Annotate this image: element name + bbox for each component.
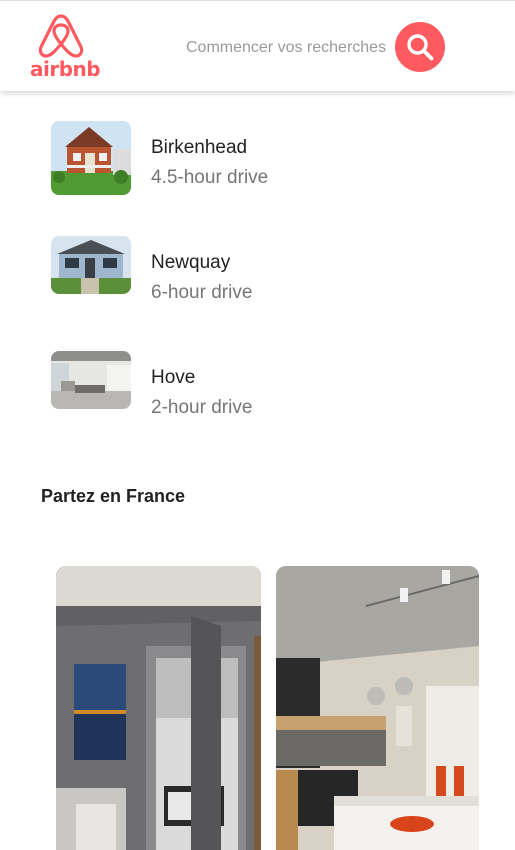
drive-time: 6-hour drive xyxy=(151,282,253,303)
destination-name: Hove xyxy=(151,367,196,388)
search-button[interactable] xyxy=(395,22,445,72)
logo-wordmark: airbnb xyxy=(30,57,101,81)
france-listing-card-1[interactable] xyxy=(56,566,261,850)
list-item-birkenhead[interactable]: Birkenhead 4.5-hour drive xyxy=(51,121,471,236)
listing-photo xyxy=(56,566,261,850)
listing-photo xyxy=(276,566,479,850)
airbnb-belo-icon xyxy=(38,14,84,58)
destination-thumbnail xyxy=(51,351,131,409)
destination-thumbnail xyxy=(51,236,131,294)
airbnb-logo[interactable]: airbnb xyxy=(30,13,101,81)
list-item-hove[interactable]: Hove 2-hour drive xyxy=(51,351,471,466)
section-title: Partez en France xyxy=(41,486,186,506)
destination-name: Birkenhead xyxy=(151,137,248,158)
search-input[interactable] xyxy=(186,31,386,65)
nearby-destinations-list: Birkenhead 4.5-hour drive Newquay 6-hour… xyxy=(51,121,471,466)
search-field[interactable] xyxy=(186,31,386,65)
drive-time: 2-hour drive xyxy=(151,397,253,418)
destination-name: Newquay xyxy=(151,252,231,273)
top-header: airbnb xyxy=(0,0,515,91)
drive-time: 4.5-hour drive xyxy=(151,167,269,188)
france-listing-card-2[interactable] xyxy=(276,566,479,850)
search-icon xyxy=(407,34,434,61)
destination-thumbnail xyxy=(51,121,131,195)
list-item-newquay[interactable]: Newquay 6-hour drive xyxy=(51,236,471,351)
